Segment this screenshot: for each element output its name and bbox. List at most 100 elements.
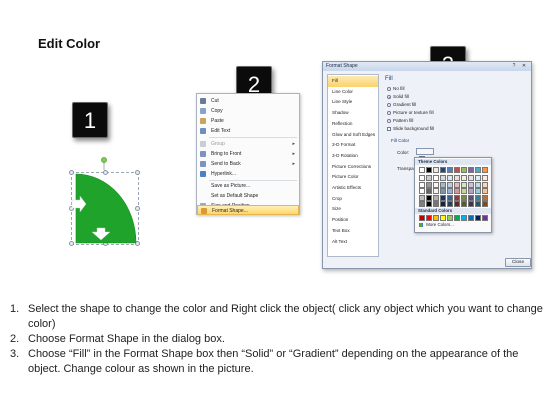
nav-item-crop[interactable]: Crop [328, 194, 378, 205]
theme-color-swatch[interactable] [447, 194, 453, 201]
nav-item-picture-corrections[interactable]: Picture Corrections [328, 162, 378, 173]
theme-color-swatch[interactable] [454, 194, 460, 201]
standard-color-swatch[interactable] [447, 215, 453, 221]
theme-color-swatch[interactable] [440, 181, 446, 188]
standard-color-swatch[interactable] [454, 215, 460, 221]
menu-item-hyperlink[interactable]: Hyperlink... [197, 169, 299, 179]
theme-color-swatch[interactable] [482, 175, 488, 181]
theme-color-swatch[interactable] [482, 167, 488, 173]
nav-item-picture-color[interactable]: Picture Color [328, 172, 378, 183]
radio-no-fill[interactable] [387, 87, 391, 91]
theme-color-swatch[interactable] [468, 167, 474, 173]
menu-item-send-to-back[interactable]: Send to Back ▸ [197, 159, 299, 169]
theme-color-swatch[interactable] [454, 181, 460, 188]
theme-color-swatch[interactable] [468, 194, 474, 201]
standard-color-swatch[interactable] [468, 215, 474, 221]
nav-item-size[interactable]: Size [328, 204, 378, 215]
nav-item-line-style[interactable]: Line Style [328, 97, 378, 108]
theme-color-swatch[interactable] [468, 188, 474, 194]
theme-color-swatch[interactable] [482, 201, 488, 207]
menu-item-paste[interactable]: Paste [197, 116, 299, 126]
theme-color-swatch[interactable] [426, 167, 432, 173]
theme-color-swatch[interactable] [475, 188, 481, 194]
theme-color-swatch[interactable] [454, 167, 460, 173]
theme-color-swatch[interactable] [482, 188, 488, 194]
theme-color-swatch[interactable] [419, 188, 425, 194]
theme-color-swatch[interactable] [468, 201, 474, 207]
menu-item-set-default-shape[interactable]: Set as Default Shape [197, 191, 299, 201]
theme-color-swatch[interactable] [475, 175, 481, 181]
theme-color-swatch[interactable] [461, 167, 467, 173]
menu-item-save-as-picture[interactable]: Save as Picture... [197, 181, 299, 191]
standard-color-swatch[interactable] [440, 215, 446, 221]
theme-color-swatch[interactable] [482, 181, 488, 188]
menu-item-copy[interactable]: Copy [197, 106, 299, 116]
more-colors-option[interactable]: More Colors... [419, 222, 454, 227]
standard-color-swatch[interactable] [482, 215, 488, 221]
theme-color-swatch[interactable] [433, 188, 439, 194]
fill-color-dropdown[interactable] [416, 148, 434, 161]
theme-color-swatch[interactable] [468, 175, 474, 181]
theme-color-swatch[interactable] [447, 201, 453, 207]
slide-background-checkbox[interactable] [387, 127, 391, 131]
theme-color-swatch[interactable] [426, 175, 432, 181]
theme-color-swatch[interactable] [454, 188, 460, 194]
theme-color-swatch[interactable] [461, 175, 467, 181]
theme-color-swatch[interactable] [447, 175, 453, 181]
theme-color-swatch[interactable] [461, 188, 467, 194]
close-button[interactable]: Close [505, 258, 531, 267]
theme-color-swatch[interactable] [433, 167, 439, 173]
nav-item-reflection[interactable]: Reflection [328, 119, 378, 130]
theme-color-swatch[interactable] [454, 175, 460, 181]
theme-color-swatch[interactable] [475, 167, 481, 173]
theme-color-swatch[interactable] [461, 181, 467, 188]
theme-color-swatch[interactable] [426, 188, 432, 194]
theme-color-swatch[interactable] [440, 175, 446, 181]
nav-item-glow[interactable]: Glow and Soft Edges [328, 130, 378, 141]
nav-item-fill[interactable]: Fill [328, 76, 378, 87]
radio-picture-fill[interactable] [387, 111, 391, 115]
theme-color-swatch[interactable] [447, 181, 453, 188]
menu-item-cut[interactable]: Cut [197, 96, 299, 106]
theme-color-swatch[interactable] [461, 201, 467, 207]
theme-color-swatch[interactable] [419, 194, 425, 201]
menu-item-format-shape[interactable]: Format Shape... [197, 205, 299, 215]
close-icon[interactable]: ✕ [521, 63, 527, 69]
menu-item-group[interactable]: Group ▸ [197, 139, 299, 149]
theme-color-swatch[interactable] [475, 194, 481, 201]
theme-color-swatch[interactable] [433, 201, 439, 207]
nav-item-3d-format[interactable]: 3-D Format [328, 140, 378, 151]
theme-color-swatch[interactable] [419, 181, 425, 188]
menu-item-bring-to-front[interactable]: Bring to Front ▸ [197, 149, 299, 159]
theme-color-swatch[interactable] [482, 194, 488, 201]
help-icon[interactable]: ? [511, 63, 517, 69]
nav-item-3d-rotation[interactable]: 3-D Rotation [328, 151, 378, 162]
theme-color-swatch[interactable] [447, 167, 453, 173]
theme-color-swatch[interactable] [419, 167, 425, 173]
theme-color-swatch[interactable] [440, 201, 446, 207]
nav-item-alt-text[interactable]: Alt Text [328, 237, 378, 248]
theme-color-swatch[interactable] [475, 181, 481, 188]
theme-color-swatch[interactable] [440, 194, 446, 201]
theme-color-swatch[interactable] [461, 194, 467, 201]
green-quarter-shape[interactable] [66, 154, 146, 249]
theme-color-swatch[interactable] [426, 194, 432, 201]
standard-color-swatch[interactable] [475, 215, 481, 221]
nav-item-position[interactable]: Position [328, 215, 378, 226]
standard-color-swatch[interactable] [461, 215, 467, 221]
theme-color-swatch[interactable] [426, 201, 432, 207]
standard-color-swatch[interactable] [419, 215, 425, 221]
standard-color-swatch[interactable] [433, 215, 439, 221]
theme-color-swatch[interactable] [433, 194, 439, 201]
standard-color-swatch[interactable] [426, 215, 432, 221]
theme-color-swatch[interactable] [426, 181, 432, 188]
theme-color-swatch[interactable] [433, 175, 439, 181]
theme-color-swatch[interactable] [447, 188, 453, 194]
theme-color-swatch[interactable] [468, 181, 474, 188]
radio-pattern-fill[interactable] [387, 119, 391, 123]
nav-item-line-color[interactable]: Line Color [328, 87, 378, 98]
nav-item-text-box[interactable]: Text Box [328, 226, 378, 237]
theme-color-swatch[interactable] [440, 167, 446, 173]
nav-item-shadow[interactable]: Shadow [328, 108, 378, 119]
theme-color-swatch[interactable] [419, 175, 425, 181]
